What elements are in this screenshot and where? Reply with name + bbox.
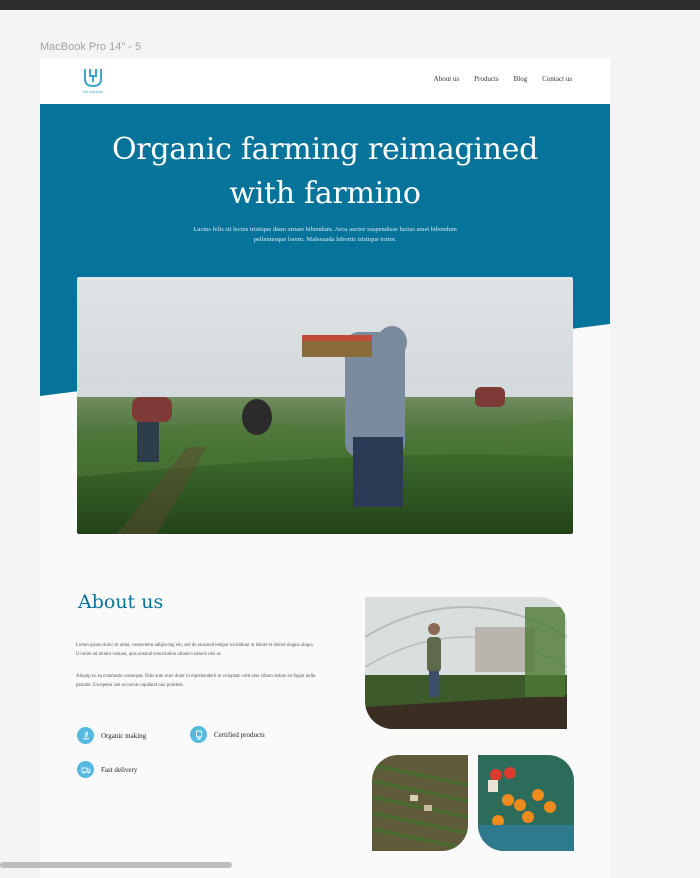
nav-link-about[interactable]: About us [434, 75, 459, 83]
hero-title: Organic farming reimagined with farmino [111, 132, 538, 211]
leaf-hand-icon [77, 727, 94, 744]
nav-link-blog[interactable]: Blog [514, 75, 528, 83]
about-paragraph-1: Lorem ipsum dolor sit amet, consectetur … [76, 643, 314, 657]
feature-organic: Organic making [77, 727, 146, 744]
window-topbar [0, 0, 700, 10]
certificate-icon [190, 726, 207, 743]
hero-farmers-photo [77, 277, 573, 534]
nav-link-contact[interactable]: Contact us [542, 75, 572, 83]
produce-market-photo [478, 755, 574, 851]
about-title: About us [78, 591, 164, 613]
greenhouse-photo [365, 597, 567, 729]
feature-certified: Certified products [190, 726, 265, 743]
nav-menu: About us Products Blog Contact us [434, 75, 572, 83]
logo-text: the supplier [82, 89, 104, 94]
about-paragraph-2: Aliquip ex ea commodo consequat. Duis au… [76, 674, 316, 688]
site-header: the supplier About us Products Blog Cont… [40, 58, 610, 104]
nav-link-products[interactable]: Products [474, 75, 499, 83]
logo-icon [84, 69, 102, 88]
aerial-field-photo [372, 755, 468, 851]
horizontal-scrollbar[interactable] [0, 862, 232, 868]
artboard-label: MacBook Pro 14" - 5 [40, 41, 142, 53]
delivery-truck-icon [77, 761, 94, 778]
artboard: the supplier About us Products Blog Cont… [40, 58, 610, 878]
hero-subtitle: Luctus felis sit lectus tristique diam o… [193, 226, 457, 243]
logo[interactable]: the supplier [81, 67, 105, 97]
feature-delivery: Fast delivery [77, 761, 137, 778]
